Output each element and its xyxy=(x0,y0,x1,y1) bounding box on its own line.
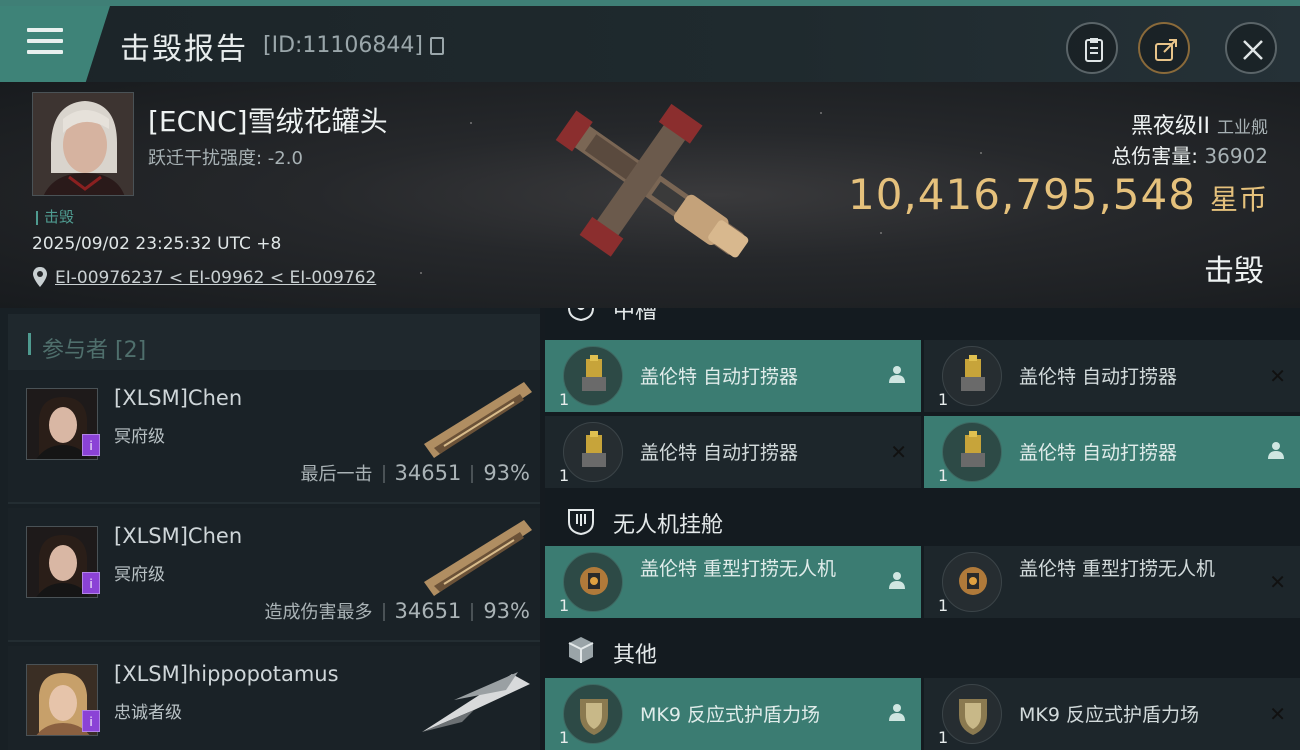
fitting-panel: 中槽 1 盖伦特 自动打捞器 1 盖伦特 自动打捞器 ✕ 1 盖伦特 自动打捞器… xyxy=(545,308,1300,750)
drone-bay-icon xyxy=(568,509,594,536)
module-slot[interactable]: 1 盖伦特 自动打捞器 xyxy=(545,340,921,412)
shield-module-icon xyxy=(563,684,623,744)
module-slot[interactable]: 1 MK9 反应式护盾力场 xyxy=(545,678,921,750)
module-label: 盖伦特 自动打捞器 xyxy=(640,442,799,464)
copy-icon[interactable] xyxy=(430,37,444,55)
participants-panel: 参与者 [2] i [XLSM]Chen 冥府级 最后一击 34651 93% xyxy=(0,308,540,750)
module-slot[interactable]: 1 盖伦特 自动打捞器 ✕ xyxy=(545,416,921,488)
participant-name: [XLSM]Chen xyxy=(114,524,243,548)
clipboard-button[interactable] xyxy=(1066,22,1118,74)
page-title: 击毁报告 xyxy=(120,32,248,67)
module-label: 盖伦特 重型打捞无人机 xyxy=(640,558,837,580)
module-label: 盖伦特 自动打捞器 xyxy=(640,366,799,388)
kill-id: [ID:11106844] xyxy=(263,33,423,58)
ship-type: 工业舰 xyxy=(1217,118,1268,138)
isk-value: 10,416,795,548 星币 xyxy=(847,170,1268,219)
share-button[interactable] xyxy=(1138,22,1190,74)
destroyed-x-icon: ✕ xyxy=(890,440,907,464)
participant-row[interactable]: i [XLSM]Chen 冥府级 造成伤害最多 34651 93% xyxy=(8,508,540,642)
participant-ship-image xyxy=(424,382,532,458)
location-link[interactable]: EI-00976237 < EI-09962 < EI-009762 xyxy=(55,268,376,288)
salvager-icon xyxy=(563,422,623,482)
total-damage-value: 36902 xyxy=(1204,144,1268,168)
module-label: MK9 反应式护盾力场 xyxy=(640,704,820,726)
participant-row[interactable]: i [XLSM]Chen 冥府级 最后一击 34651 93% xyxy=(8,370,540,504)
participant-ship: 忠诚者级 xyxy=(114,703,182,723)
participant-damage: 34651 xyxy=(394,599,462,623)
participant-tag: 最后一击 xyxy=(300,464,373,485)
section-other: 其他 xyxy=(545,620,1300,682)
pilot-icon xyxy=(887,364,907,389)
role-badge: i xyxy=(82,572,100,594)
salvage-drone-icon xyxy=(942,552,1002,612)
module-slot[interactable]: 1 MK9 反应式护盾力场 ✕ xyxy=(924,678,1300,750)
share-icon xyxy=(1155,39,1177,61)
participant-name: [XLSM]Chen xyxy=(114,386,243,410)
salvager-icon xyxy=(942,346,1002,406)
destroyed-x-icon: ✕ xyxy=(1269,570,1286,594)
participant-ship-image xyxy=(424,520,532,596)
clipboard-icon xyxy=(1085,38,1103,62)
participant-row[interactable]: i [XLSM]hippopotamus 忠诚者级 xyxy=(8,646,540,750)
participant-ship: 冥府级 xyxy=(114,427,165,447)
warp-disruption: 跃迁干扰强度: -2.0 xyxy=(148,148,303,169)
module-label: 盖伦特 重型打捞无人机 xyxy=(1019,558,1216,580)
module-label: 盖伦特 自动打捞器 xyxy=(1019,366,1178,388)
close-icon xyxy=(1243,40,1263,60)
shield-module-icon xyxy=(942,684,1002,744)
ship-class-name: 黑夜级II xyxy=(1131,114,1210,139)
pilot-icon xyxy=(887,570,907,595)
module-label: 盖伦特 自动打捞器 xyxy=(1019,442,1178,464)
participant-percent: 93% xyxy=(483,461,530,485)
module-qty: 1 xyxy=(938,466,949,485)
isk-unit: 星币 xyxy=(1209,183,1268,216)
header-bar: 击毁报告 [ID:11106844] xyxy=(0,6,1300,82)
salvager-icon xyxy=(942,422,1002,482)
location-pin-icon xyxy=(33,267,47,287)
module-label: MK9 反应式护盾力场 xyxy=(1019,704,1199,726)
section-drone-bay: 无人机挂舱 xyxy=(545,490,1300,552)
status-label: 击毁 xyxy=(36,206,74,227)
module-qty: 1 xyxy=(559,728,570,747)
role-badge: i xyxy=(82,710,100,732)
module-qty: 1 xyxy=(559,466,570,485)
salvage-drone-icon xyxy=(563,552,623,612)
module-slot[interactable]: 1 盖伦特 自动打捞器 ✕ xyxy=(924,340,1300,412)
module-qty: 1 xyxy=(559,596,570,615)
module-slot[interactable]: 1 盖伦特 自动打捞器 xyxy=(924,416,1300,488)
close-button[interactable] xyxy=(1225,22,1277,74)
participants-header: 参与者 [2] xyxy=(8,314,540,372)
destroyed-x-icon: ✕ xyxy=(1269,702,1286,726)
mid-slot-icon xyxy=(568,308,594,322)
role-badge: i xyxy=(82,434,100,456)
cube-icon xyxy=(568,637,594,663)
victim-name: [ECNC]雪绒花罐头 xyxy=(148,105,388,138)
module-qty: 1 xyxy=(938,596,949,615)
victim-avatar[interactable] xyxy=(32,92,134,196)
pilot-icon xyxy=(887,702,907,727)
destroyed-x-icon: ✕ xyxy=(1269,364,1286,388)
pilot-icon xyxy=(1266,440,1286,465)
module-qty: 1 xyxy=(938,728,949,747)
ship-class: 黑夜级II 工业舰 xyxy=(1131,108,1268,140)
module-slot[interactable]: 1 盖伦特 重型打捞无人机 ✕ xyxy=(924,546,1300,618)
participant-ship-image xyxy=(422,672,530,732)
section-mid-slot: 中槽 xyxy=(545,308,1300,338)
victim-summary: [ECNC]雪绒花罐头 跃迁干扰强度: -2.0 击毁 2025/09/02 2… xyxy=(0,82,1300,308)
module-qty: 1 xyxy=(559,390,570,409)
menu-button[interactable] xyxy=(0,6,110,82)
kill-datetime: 2025/09/02 23:25:32 UTC +8 xyxy=(32,234,282,254)
participant-percent: 93% xyxy=(483,599,530,623)
module-qty: 1 xyxy=(938,390,949,409)
module-slot[interactable]: 1 盖伦特 重型打捞无人机 xyxy=(545,546,921,618)
participant-damage: 34651 xyxy=(394,461,462,485)
kill-status: 击毁 xyxy=(1204,254,1264,289)
menu-icon xyxy=(25,28,63,56)
participant-name: [XLSM]hippopotamus xyxy=(114,662,339,686)
victim-ship-image xyxy=(555,103,749,258)
participant-tag: 造成伤害最多 xyxy=(264,602,373,623)
salvager-icon xyxy=(563,346,623,406)
total-damage: 总伤害量: 36902 xyxy=(1111,144,1268,168)
participant-ship: 冥府级 xyxy=(114,565,165,585)
